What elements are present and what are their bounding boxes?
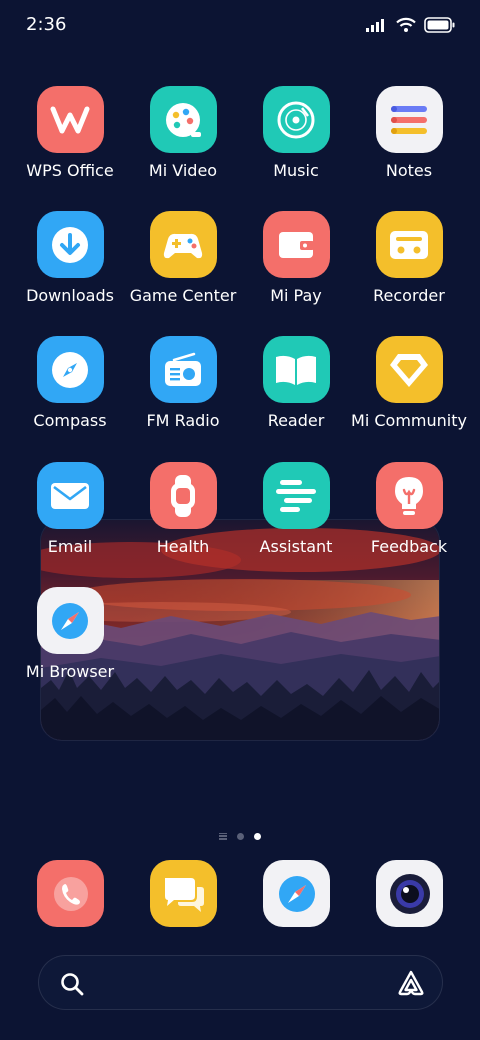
- browser-icon: [275, 872, 319, 916]
- app-label: Compass: [33, 411, 107, 430]
- search-bar[interactable]: [38, 955, 443, 1010]
- wifi-icon: [396, 17, 416, 32]
- app-game-center[interactable]: Game Center: [123, 211, 243, 321]
- mi-community-icon: [375, 336, 443, 403]
- feedback-icon: [375, 462, 443, 529]
- mi-pay-icon: [262, 211, 330, 278]
- music-icon: [262, 86, 330, 153]
- mi-browser-icon: [36, 587, 104, 654]
- status-icons: [366, 14, 456, 36]
- dock-messaging-button[interactable]: [150, 860, 217, 927]
- signal-icon: [366, 19, 384, 32]
- mi-video-icon: [149, 86, 217, 153]
- downloads-icon: [36, 211, 104, 278]
- page-indicator[interactable]: [0, 830, 480, 842]
- notes-icon: [375, 86, 443, 153]
- app-label: Downloads: [26, 286, 114, 305]
- app-label: WPS Office: [26, 161, 114, 180]
- clock-time: 2:36: [26, 14, 67, 35]
- app-email[interactable]: Email: [10, 462, 130, 572]
- app-fm-radio[interactable]: FM Radio: [123, 336, 243, 446]
- recorder-icon: [375, 211, 443, 278]
- app-label: Feedback: [370, 537, 448, 556]
- app-label: Reader: [267, 411, 325, 430]
- search-input[interactable]: [99, 966, 389, 1000]
- app-label: Mi Browser: [25, 662, 115, 681]
- app-label: Email: [47, 537, 93, 556]
- dock-browser-button[interactable]: [263, 860, 330, 927]
- app-label: Mi Video: [148, 161, 218, 180]
- app-health[interactable]: Health: [123, 462, 243, 572]
- app-label: Health: [156, 537, 210, 556]
- reader-icon: [262, 336, 330, 403]
- wps-office-icon: [36, 86, 104, 153]
- app-compass[interactable]: Compass: [10, 336, 130, 446]
- app-label: Mi Pay: [270, 286, 322, 305]
- assistant-icon: [262, 462, 330, 529]
- app-wps-office[interactable]: WPS Office: [10, 86, 130, 196]
- battery-icon: [424, 17, 455, 33]
- dock-phone-button[interactable]: [37, 860, 104, 927]
- app-label: Game Center: [129, 286, 237, 305]
- app-notes[interactable]: Notes: [349, 86, 469, 196]
- fm-radio-icon: [149, 336, 217, 403]
- app-drawer-indicator-icon: [219, 832, 227, 840]
- app-reader[interactable]: Reader: [236, 336, 356, 446]
- compass-icon: [36, 336, 104, 403]
- messaging-icon: [161, 873, 207, 915]
- page-dot-2[interactable]: [254, 832, 261, 840]
- app-feedback[interactable]: Feedback: [349, 462, 469, 572]
- app-label: Notes: [385, 161, 433, 180]
- app-mi-video[interactable]: Mi Video: [123, 86, 243, 196]
- app-music[interactable]: Music: [236, 86, 356, 196]
- phone-icon: [49, 872, 93, 916]
- search-icon: [61, 973, 84, 996]
- app-label: Assistant: [259, 537, 333, 556]
- app-recorder[interactable]: Recorder: [349, 211, 469, 321]
- health-icon: [149, 462, 217, 529]
- camera-icon: [387, 871, 433, 917]
- app-mi-browser[interactable]: Mi Browser: [10, 587, 130, 697]
- status-bar: 2:36: [0, 0, 480, 52]
- dock-camera-button[interactable]: [376, 860, 443, 927]
- page-dot-1[interactable]: [237, 832, 244, 840]
- app-label: FM Radio: [146, 411, 220, 430]
- voice-assistant-icon[interactable]: [396, 969, 426, 997]
- email-icon: [36, 462, 104, 529]
- app-mi-community[interactable]: Mi Community: [349, 336, 469, 446]
- app-downloads[interactable]: Downloads: [10, 211, 130, 321]
- app-label: Music: [273, 161, 319, 180]
- app-label: Recorder: [373, 286, 445, 305]
- app-assistant[interactable]: Assistant: [236, 462, 356, 572]
- app-label: Mi Community: [351, 411, 467, 430]
- game-center-icon: [149, 211, 217, 278]
- app-mi-pay[interactable]: Mi Pay: [236, 211, 356, 321]
